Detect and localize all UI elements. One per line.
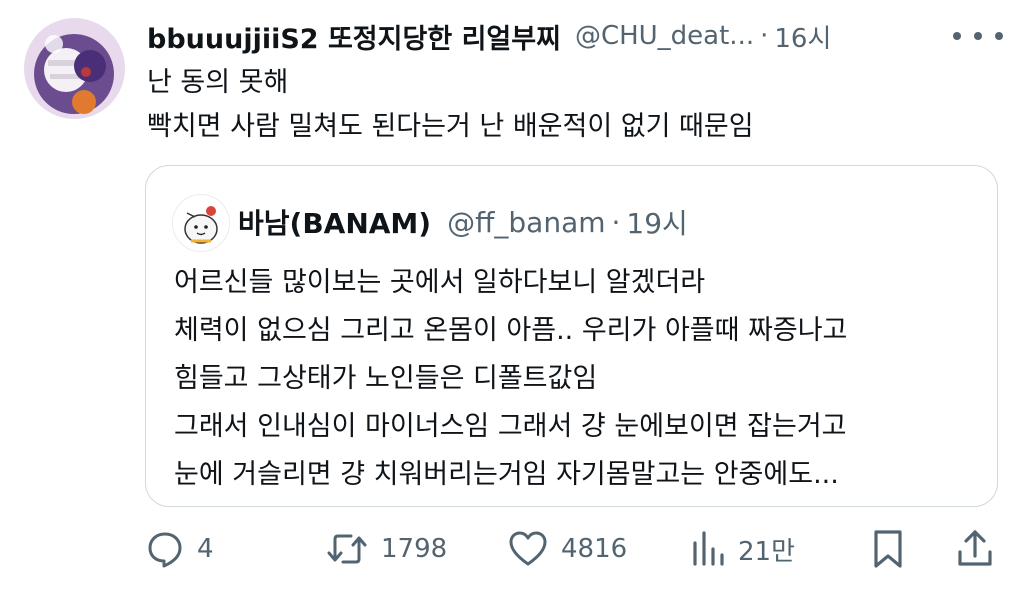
reply-button[interactable]: 4	[145, 526, 214, 572]
quoted-text-line: 그래서 인내심이 마이너스임 그래서 걍 눈에보이면 잡는거고	[174, 411, 847, 442]
separator-dot: ·	[611, 205, 621, 239]
tweet-header: bbuuujjiiS2 또정지당한 리얼부찌 @CHU_deat... · 16…	[147, 16, 1007, 56]
action-bar: 4 1798 4816 21만	[145, 526, 1005, 572]
more-dot	[953, 32, 961, 40]
like-count: 4816	[561, 534, 628, 564]
tweet-text-line: 빡치면 사람 밀쳐도 된다는거 난 배운적이 없기 때문임	[147, 111, 754, 142]
quoted-text-line: 체력이 없으심 그리고 온몸이 아픔.. 우리가 아플때 짜증나고	[174, 315, 848, 346]
retweet-icon	[325, 529, 369, 569]
views-button[interactable]: 21만	[690, 526, 795, 572]
like-button[interactable]: 4816	[507, 526, 627, 572]
more-dot	[974, 32, 982, 40]
separator-dot: ·	[760, 21, 769, 51]
views-count: 21만	[738, 536, 796, 567]
quoted-author-display-name[interactable]: 바남(BANAM)	[238, 202, 431, 242]
views-chart-icon	[690, 529, 726, 569]
quoted-tweet-time[interactable]: 19시	[626, 202, 687, 242]
quoted-text-line: 눈에 거슬리면 걍 치워버리는거임 자기몸말고는 안중에도...	[174, 459, 839, 490]
author-display-name[interactable]: bbuuujjiiS2 또정지당한 리얼부찌	[147, 17, 561, 56]
tweet-time[interactable]: 16시	[774, 18, 831, 55]
more-dot	[995, 32, 1003, 40]
quoted-tweet-header: 바남(BANAM) @ff_banam · 19시	[238, 202, 688, 242]
quoted-author-avatar[interactable]	[172, 194, 230, 252]
reply-count: 4	[197, 534, 214, 564]
share-button[interactable]	[955, 526, 995, 572]
retweet-button[interactable]: 1798	[325, 526, 447, 572]
bookmark-icon	[870, 528, 906, 570]
share-icon	[955, 528, 995, 570]
retweet-count: 1798	[381, 534, 448, 564]
author-handle[interactable]: @CHU_deat...	[575, 21, 754, 51]
bookmark-button[interactable]	[870, 526, 906, 572]
quoted-text-line: 힘들고 그상태가 노인들은 디폴트값임	[174, 363, 598, 394]
tweet-text-line: 난 동의 못해	[147, 67, 289, 98]
author-avatar[interactable]	[24, 18, 125, 119]
reply-icon	[145, 529, 185, 569]
quoted-tweet-card[interactable]: 바남(BANAM) @ff_banam · 19시 어르신들 많이보는 곳에서 …	[145, 165, 998, 507]
more-options-icon[interactable]	[953, 18, 1003, 54]
heart-icon	[507, 529, 549, 569]
quoted-author-handle[interactable]: @ff_banam	[447, 206, 605, 239]
quoted-text-line: 어르신들 많이보는 곳에서 일하다보니 알겠더라	[174, 267, 706, 298]
